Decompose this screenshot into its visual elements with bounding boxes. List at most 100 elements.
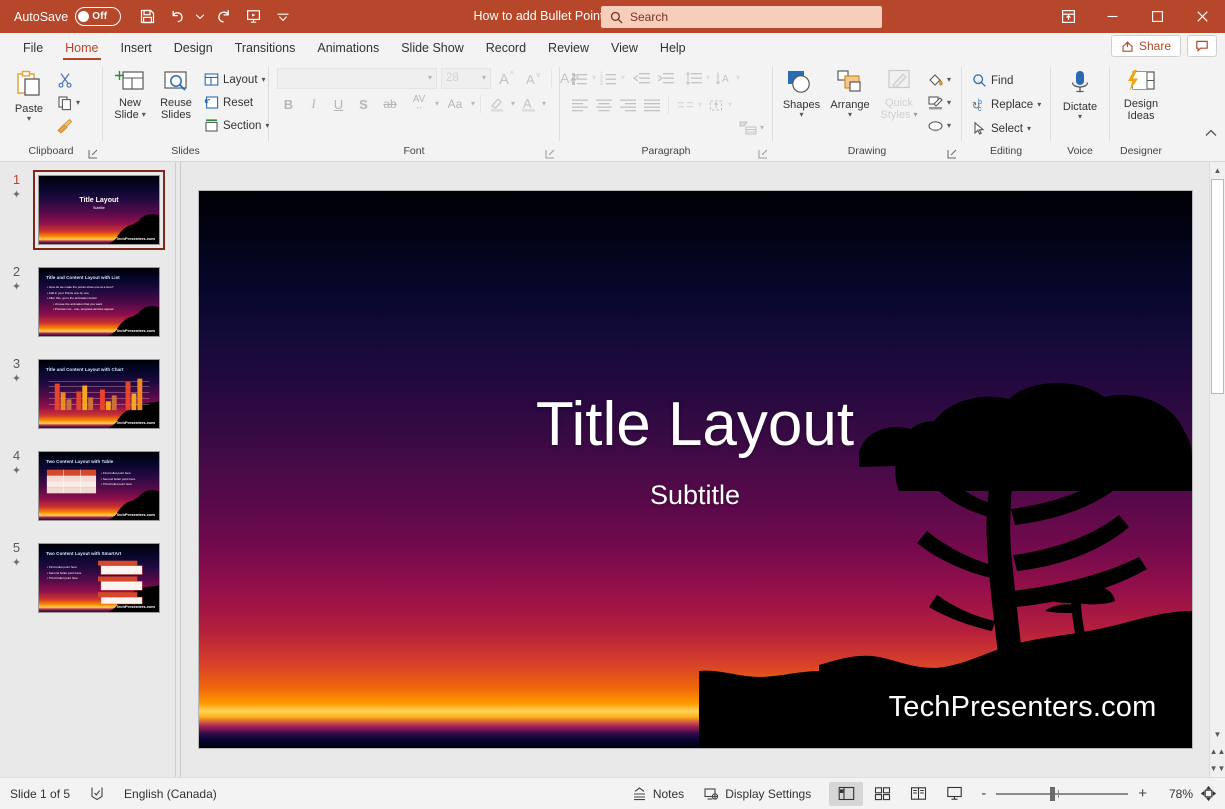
cut-button[interactable] xyxy=(53,69,76,91)
quick-styles-chevron-down-icon[interactable]: ▾ xyxy=(913,111,917,119)
font-size-input[interactable]: 28 ▾ xyxy=(441,67,491,89)
spell-check-button[interactable] xyxy=(80,782,114,806)
scroll-down-button[interactable]: ▼ xyxy=(1210,726,1225,743)
character-spacing-button[interactable]: AV ↔ xyxy=(405,93,433,115)
paste-button[interactable]: Paste ▾ xyxy=(5,67,53,123)
shapes-button[interactable]: Shapes ▾ xyxy=(778,67,825,119)
thumbnail-slide-5[interactable]: 5 ✦ Two Content Layout with SmartArt • F… xyxy=(0,538,175,616)
align-text-chevron-down-icon[interactable]: ▾ xyxy=(728,101,732,109)
tab-help[interactable]: Help xyxy=(649,35,697,61)
font-size-chevron-down-icon[interactable]: ▾ xyxy=(482,74,486,82)
start-from-beginning-icon[interactable] xyxy=(239,4,267,30)
tab-review[interactable]: Review xyxy=(537,35,600,61)
align-center-button[interactable] xyxy=(592,94,615,116)
text-direction-chevron-down-icon[interactable]: ▾ xyxy=(736,74,740,82)
thumbnail-slide-1[interactable]: 1 ✦ Title Layout Subtitle TechPresenters… xyxy=(0,170,175,250)
shape-fill-chevron-down-icon[interactable]: ▾ xyxy=(947,76,951,84)
shape-effects-button[interactable] xyxy=(924,115,947,137)
zoom-in-button[interactable]: + xyxy=(1136,785,1149,802)
paste-chevron-down-icon[interactable]: ▾ xyxy=(27,115,31,123)
align-left-button[interactable] xyxy=(568,94,591,116)
font-color-chevron-down-icon[interactable]: ▾ xyxy=(542,100,546,108)
change-case-button[interactable]: Aa xyxy=(441,93,469,115)
select-chevron-down-icon[interactable]: ▾ xyxy=(1027,124,1031,133)
next-slide-button[interactable]: ▼▼ xyxy=(1210,760,1225,777)
animation-star-icon[interactable]: ✦ xyxy=(12,282,21,293)
replace-chevron-down-icon[interactable]: ▾ xyxy=(1037,100,1041,109)
increase-font-size-button[interactable]: A ^ xyxy=(495,67,518,89)
slide-sorter-view-button[interactable] xyxy=(865,782,899,806)
minimize-button[interactable] xyxy=(1090,0,1135,33)
columns-button[interactable] xyxy=(674,94,697,116)
paragraph-dialog-launcher[interactable] xyxy=(757,148,768,159)
slide-pane-vertical-scrollbar[interactable]: ▲ ▼ ▲▲ ▼▼ xyxy=(1209,162,1225,777)
section-button[interactable]: Section ▾ xyxy=(200,114,273,137)
change-case-chevron-down-icon[interactable]: ▾ xyxy=(471,100,475,108)
tab-transitions[interactable]: Transitions xyxy=(224,35,307,61)
tab-record[interactable]: Record xyxy=(475,35,537,61)
bullets-chevron-down-icon[interactable]: ▾ xyxy=(592,74,596,82)
slide-subtitle-placeholder[interactable]: Subtitle xyxy=(199,479,1192,511)
notes-button[interactable]: Notes xyxy=(622,782,694,806)
share-button[interactable]: Share xyxy=(1110,35,1181,57)
shape-outline-button[interactable] xyxy=(924,92,947,114)
text-direction-button[interactable]: A xyxy=(712,67,735,89)
columns-chevron-down-icon[interactable]: ▾ xyxy=(698,101,702,109)
arrange-button[interactable]: Arrange ▾ xyxy=(826,67,874,119)
select-button[interactable]: Select ▾ xyxy=(968,117,1035,140)
autosave-toggle[interactable]: Off xyxy=(75,7,122,26)
slide-title-placeholder[interactable]: Title Layout xyxy=(199,390,1192,460)
language-indicator[interactable]: English (Canada) xyxy=(114,782,227,806)
comments-button[interactable] xyxy=(1187,35,1217,57)
search-box[interactable]: Search xyxy=(601,6,882,28)
quick-styles-button[interactable]: Quick Styles ▾ xyxy=(875,67,923,121)
drawing-dialog-launcher[interactable] xyxy=(946,148,957,159)
strikethrough-button[interactable]: ab xyxy=(377,93,403,115)
redo-icon[interactable] xyxy=(209,4,237,30)
collapse-ribbon-button[interactable] xyxy=(1203,125,1219,141)
italic-button[interactable]: I xyxy=(302,93,325,115)
reading-view-button[interactable] xyxy=(901,782,935,806)
font-name-input[interactable]: ▾ xyxy=(277,67,437,89)
close-button[interactable] xyxy=(1180,0,1225,33)
new-slide-button[interactable]: New Slide ▾ xyxy=(108,67,152,121)
slide-thumbnail-pane[interactable]: 1 ✦ Title Layout Subtitle TechPresenters… xyxy=(0,162,176,777)
slide-show-view-button[interactable] xyxy=(937,782,971,806)
zoom-slider-track[interactable] xyxy=(996,786,1129,801)
thumbnail-frame-2[interactable]: Title and Content Layout with List • How… xyxy=(33,262,165,342)
shape-outline-chevron-down-icon[interactable]: ▾ xyxy=(947,99,951,107)
character-spacing-chevron-down-icon[interactable]: ▾ xyxy=(435,100,439,108)
undo-dropdown-icon[interactable] xyxy=(193,4,207,30)
shapes-chevron-down-icon[interactable]: ▾ xyxy=(799,111,803,119)
new-slide-chevron-down-icon[interactable]: ▾ xyxy=(142,111,146,119)
text-highlight-color-button[interactable] xyxy=(486,93,509,115)
shape-effects-chevron-down-icon[interactable]: ▾ xyxy=(947,122,951,130)
line-spacing-chevron-down-icon[interactable]: ▾ xyxy=(706,74,710,82)
line-spacing-button[interactable] xyxy=(682,67,705,89)
tab-view[interactable]: View xyxy=(600,35,649,61)
normal-view-button[interactable] xyxy=(829,781,864,806)
font-color-button[interactable]: A xyxy=(517,93,540,115)
display-settings-button[interactable]: Display Settings xyxy=(694,782,821,806)
bold-button[interactable]: B xyxy=(277,93,300,115)
thumbnail-frame-4[interactable]: Two Content Layout with Table • First bu… xyxy=(33,446,165,526)
undo-icon[interactable] xyxy=(163,4,191,30)
thumbnail-slide-3[interactable]: 3 ✦ Title and Content Layout with Chart … xyxy=(0,354,175,432)
animation-star-icon[interactable]: ✦ xyxy=(12,558,21,569)
dictate-chevron-down-icon[interactable]: ▾ xyxy=(1078,113,1082,121)
text-shadow-button[interactable]: S xyxy=(352,93,375,115)
format-painter-button[interactable] xyxy=(53,115,76,137)
search-input[interactable]: Search xyxy=(630,10,668,24)
arrange-chevron-down-icon[interactable]: ▾ xyxy=(848,111,852,119)
tab-home[interactable]: Home xyxy=(54,35,109,61)
zoom-slider-knob[interactable] xyxy=(1050,786,1056,801)
zoom-out-button[interactable]: - xyxy=(979,785,988,802)
animation-star-icon[interactable]: ✦ xyxy=(12,190,21,201)
underline-button[interactable]: U xyxy=(327,93,350,115)
autosave-control[interactable]: AutoSave Off xyxy=(14,7,122,26)
ribbon-display-options-icon[interactable] xyxy=(1046,0,1090,33)
current-slide[interactable]: Title Layout Subtitle TechPresenters.com xyxy=(198,191,1192,748)
justify-button[interactable] xyxy=(640,94,663,116)
slide-count-indicator[interactable]: Slide 1 of 5 xyxy=(0,782,80,806)
tab-design[interactable]: Design xyxy=(163,35,224,61)
